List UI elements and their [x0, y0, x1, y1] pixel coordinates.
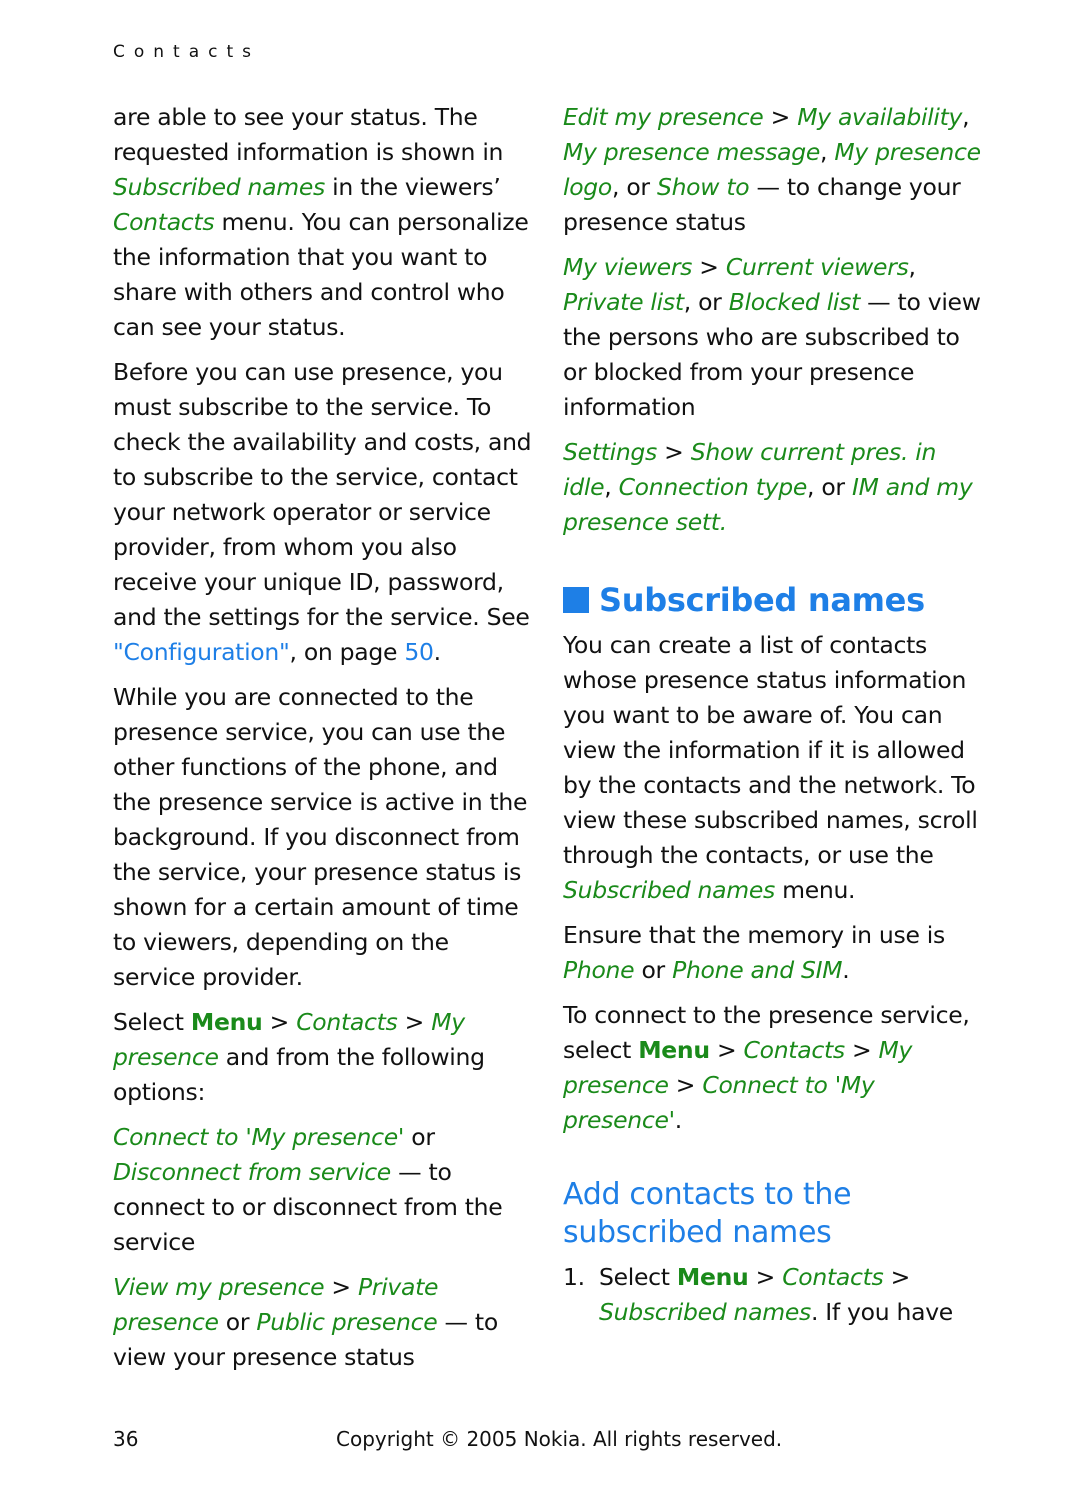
- separator: >: [763, 103, 798, 131]
- text: Select: [113, 1008, 191, 1036]
- separator: >: [262, 1008, 297, 1036]
- text: , or: [807, 473, 852, 501]
- text: , on page: [289, 638, 405, 666]
- left-column: are able to see your status. The request…: [113, 100, 533, 1385]
- copyright: Copyright © 2005 Nokia. All rights reser…: [336, 1427, 783, 1451]
- text: or: [218, 1308, 257, 1336]
- text: menu.: [774, 876, 856, 904]
- separator: >: [709, 1036, 744, 1064]
- heading-text: Subscribed names: [599, 581, 925, 619]
- text: in the viewers’: [324, 173, 501, 201]
- menu-ref-show-to: Show to: [656, 173, 750, 201]
- separator: >: [668, 1071, 703, 1099]
- text: . If you have: [810, 1298, 953, 1326]
- menu-ref-connect: Connect to 'My presence': [113, 1123, 405, 1151]
- paragraph-select-menu: Select Menu > Contacts > My presence and…: [113, 1005, 533, 1110]
- option-view-presence: View my presence > Private presence or P…: [113, 1270, 533, 1375]
- menu-ref-my-availability: My availability: [797, 103, 963, 131]
- subsection-heading: Add contacts to the subscribed names: [563, 1177, 852, 1250]
- text: Select: [599, 1263, 677, 1291]
- menu-ref-disconnect: Disconnect from service: [113, 1158, 391, 1186]
- separator: >: [844, 1036, 879, 1064]
- separator: ,: [962, 103, 970, 131]
- option-my-viewers: My viewers > Current viewers, Private li…: [563, 250, 983, 425]
- menu-ref-contacts: Contacts: [743, 1036, 846, 1064]
- menu-ref-contacts: Contacts: [296, 1008, 398, 1036]
- menu-ref-subscribed-names: Subscribed names: [563, 876, 775, 904]
- right-column: Edit my presence > My availability, My p…: [563, 100, 983, 1330]
- text: are able to see your status. The request…: [113, 103, 504, 166]
- menu-ref-phone-and-sim: Phone and SIM: [672, 956, 843, 984]
- separator: >: [692, 253, 726, 281]
- menu-ref-contacts: Contacts: [782, 1263, 884, 1291]
- menu-ref-subscribed-names: Subscribed names: [599, 1298, 811, 1326]
- menu-ref-view-my-presence: View my presence: [113, 1273, 325, 1301]
- list-item: 1. Select Menu > Contacts > Subscribed n…: [563, 1260, 983, 1330]
- option-settings: Settings > Show current pres. in idle, C…: [563, 435, 983, 540]
- text: Ensure that the memory in use is: [563, 921, 945, 949]
- menu-ref-edit-my-presence: Edit my presence: [563, 103, 764, 131]
- text: , or: [683, 288, 729, 316]
- text: You can create a list of contacts whose …: [563, 631, 978, 869]
- option-edit-presence: Edit my presence > My availability, My p…: [563, 100, 983, 240]
- menu-ref-phone: Phone: [563, 956, 635, 984]
- menu-ref-private-list: Private list: [563, 288, 684, 316]
- text: .: [433, 638, 441, 666]
- menu-ref-menu: Menu: [676, 1263, 749, 1291]
- menu-ref-settings: Settings: [563, 438, 657, 466]
- separator: >: [397, 1008, 432, 1036]
- text: or: [634, 956, 673, 984]
- menu-ref-subscribed-names: Subscribed names: [113, 173, 325, 201]
- text: Before you can use presence, you must su…: [113, 358, 532, 631]
- separator: ,: [820, 138, 835, 166]
- paragraph-connected: While you are connected to the presence …: [113, 683, 528, 991]
- menu-ref-my-viewers: My viewers: [563, 253, 693, 281]
- menu-ref-current-viewers: Current viewers: [725, 253, 909, 281]
- text: or: [404, 1123, 435, 1151]
- text: , or: [612, 173, 657, 201]
- menu-ref-connection-type: Connection type: [618, 473, 808, 501]
- text: .: [842, 956, 850, 984]
- list-text: Select Menu > Contacts > Subscribed name…: [599, 1260, 983, 1330]
- separator: ,: [604, 473, 619, 501]
- heading-square-icon: [563, 587, 589, 613]
- paragraph-subscribe-service: Before you can use presence, you must su…: [113, 355, 533, 670]
- menu-ref-menu: Menu: [190, 1008, 263, 1036]
- option-connect: Connect to 'My presence' or Disconnect f…: [113, 1120, 533, 1260]
- separator: ,: [908, 253, 916, 281]
- paragraph-memory: Ensure that the memory in use is Phone o…: [563, 918, 983, 988]
- configuration-link[interactable]: "Configuration": [113, 638, 290, 666]
- separator: >: [748, 1263, 783, 1291]
- running-header: Contacts: [113, 42, 260, 62]
- paragraph-status-info: are able to see your status. The request…: [113, 100, 533, 345]
- section-heading: Subscribed names: [563, 580, 983, 620]
- paragraph-subscribed-list: You can create a list of contacts whose …: [563, 628, 983, 908]
- menu-ref-menu: Menu: [638, 1036, 710, 1064]
- separator: >: [883, 1263, 911, 1291]
- menu-ref-blocked-list: Blocked list: [728, 288, 861, 316]
- menu-ref-contacts: Contacts: [113, 208, 215, 236]
- separator: >: [657, 438, 691, 466]
- paragraph-connect-service: To connect to the presence service, sele…: [563, 998, 983, 1138]
- page-number: 36: [113, 1427, 139, 1451]
- text: .: [674, 1106, 682, 1134]
- list-number: 1.: [563, 1263, 585, 1291]
- menu-ref-public-presence: Public presence: [256, 1308, 438, 1336]
- separator: >: [324, 1273, 358, 1301]
- menu-ref-my-presence-message: My presence message: [563, 138, 821, 166]
- page-50-link[interactable]: 50: [404, 638, 434, 666]
